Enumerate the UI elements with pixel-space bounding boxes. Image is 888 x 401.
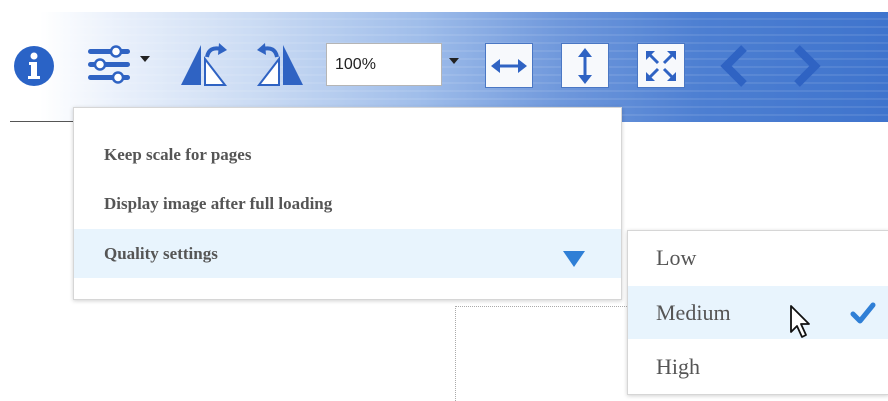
settings-sliders-icon [88,45,130,84]
settings-dropdown-caret[interactable] [138,52,152,66]
quality-option-label: Medium [656,300,731,325]
info-icon [14,46,54,86]
next-button[interactable] [786,42,826,90]
quality-option-label: High [656,354,700,379]
fit-width-icon [491,58,527,73]
menu-item-label: Quality settings [104,244,218,263]
zoom-input[interactable]: 100% [326,43,442,86]
zoom-dropdown-caret[interactable] [447,54,461,68]
page-outline [455,306,631,401]
menu-item-quality-settings[interactable]: Quality settings [74,229,621,278]
divider [10,121,73,122]
dropdown-caret-icon [140,56,150,62]
quality-option-label: Low [656,245,697,270]
rotate-right-button[interactable] [254,40,306,88]
quality-submenu: Low Medium High [627,230,888,395]
menu-item-display-after-loading[interactable]: Display image after full loading [74,187,621,221]
zoom-value: 100% [335,56,376,73]
rotate-right-icon [256,43,303,86]
menu-item-keep-scale[interactable]: Keep scale for pages [74,138,621,172]
previous-icon [720,45,747,87]
settings-button[interactable] [84,43,134,87]
rotate-left-button[interactable] [178,40,230,88]
zoom-dropdown-caret-icon [449,58,459,64]
mouse-cursor-icon [790,305,810,338]
settings-menu: Keep scale for pages Display image after… [73,107,622,300]
rotate-left-icon [181,43,228,86]
checkmark-icon [850,302,876,324]
fit-page-icon [646,50,676,81]
fit-page-button[interactable] [637,43,685,88]
quality-option-high[interactable]: High [628,340,888,393]
previous-button[interactable] [715,42,755,90]
submenu-arrow-icon [563,251,585,267]
next-icon [794,45,821,87]
fit-height-icon [578,47,592,84]
quality-option-medium[interactable]: Medium [628,286,888,339]
quality-option-low[interactable]: Low [628,231,888,284]
fit-width-button[interactable] [485,43,533,88]
info-button[interactable] [12,44,56,88]
menu-item-label: Keep scale for pages [104,145,252,164]
fit-height-button[interactable] [561,43,609,88]
menu-item-label: Display image after full loading [104,194,333,213]
